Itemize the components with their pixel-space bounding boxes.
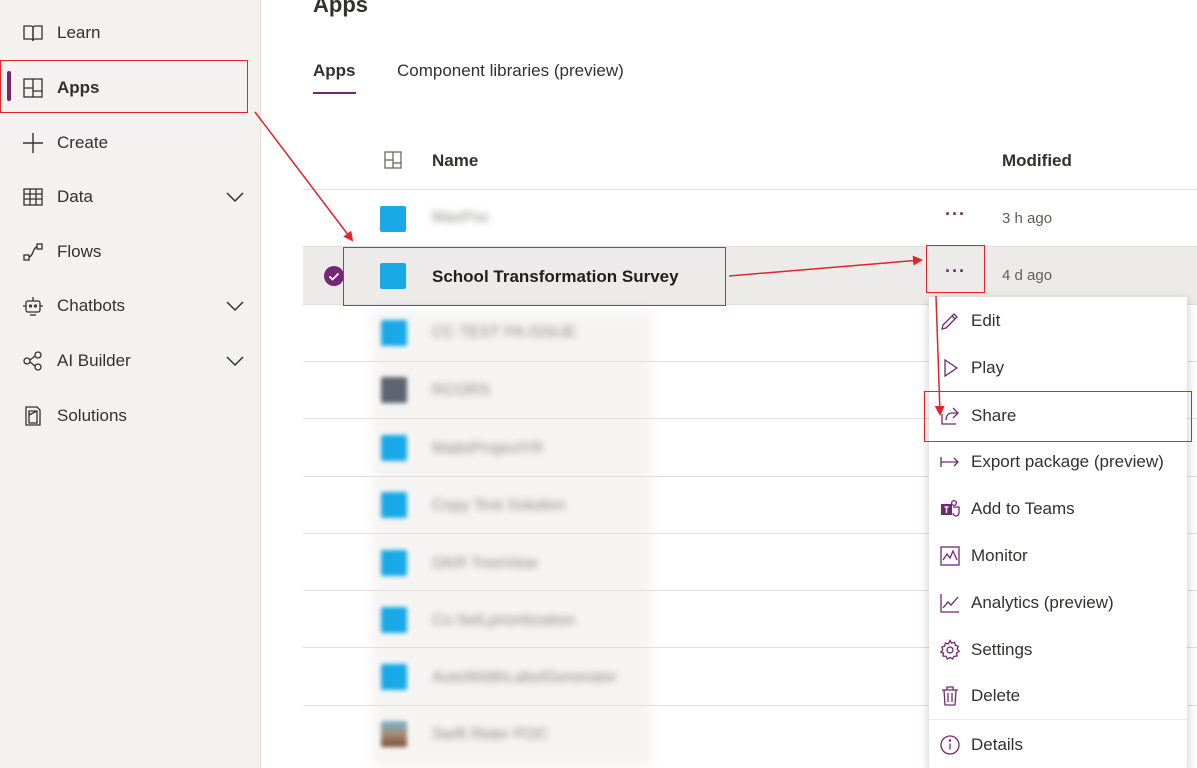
app-name-blurred[interactable]: Copy Test Solution: [432, 497, 565, 515]
analytics-icon: [940, 594, 959, 613]
nav-label: Create: [57, 133, 109, 152]
flow-icon: [23, 243, 43, 261]
blurred-region: [372, 310, 652, 768]
nav-label: Flows: [57, 242, 102, 261]
menu-item-label: Edit: [971, 311, 1001, 330]
plus-icon: [23, 133, 43, 153]
menu-item-monitor[interactable]: Monitor: [929, 533, 1187, 579]
menu-item-label: Details: [971, 735, 1023, 754]
pencil-icon: [941, 313, 958, 330]
nav-item-flows[interactable]: Flows: [0, 227, 260, 277]
annotation-box-share: [924, 391, 1192, 442]
canvas-app-icon: [381, 550, 407, 576]
app-name-blurred[interactable]: CC TEST PA ISSUE: [432, 324, 576, 342]
app-name-blurred[interactable]: Cx-SelLprioritization: [432, 612, 575, 630]
app-thumbnail-icon: [381, 721, 407, 747]
play-icon: [944, 358, 959, 378]
solutions-icon: [25, 406, 41, 426]
canvas-app-icon: [381, 607, 407, 633]
app-name-blurred[interactable]: MaxPoc: [432, 209, 490, 227]
menu-item-add-to-teams[interactable]: Add to Teams: [929, 486, 1187, 532]
table-icon: [23, 188, 43, 206]
tab-component-libraries[interactable]: Component libraries (preview): [397, 61, 624, 81]
modified-time: 3 h ago: [1002, 210, 1053, 227]
menu-item-label: Export package (preview): [971, 452, 1164, 471]
bot-icon: [23, 297, 43, 316]
book-icon: [23, 25, 43, 42]
nav-label: AI Builder: [57, 351, 131, 370]
export-icon: [940, 457, 959, 467]
canvas-app-icon: [381, 435, 407, 461]
annotation-box-app-row: [343, 247, 726, 306]
app-name-blurred[interactable]: Swift Rider POC: [432, 726, 548, 744]
canvas-app-icon: [381, 664, 407, 690]
menu-item-label: Analytics (preview): [971, 593, 1114, 612]
app-name-blurred[interactable]: MattsProjectYR: [432, 440, 543, 458]
app-type-column-icon: [384, 151, 402, 169]
nav-item-ai-builder[interactable]: AI Builder: [0, 336, 260, 386]
chevron-down-icon[interactable]: [224, 190, 246, 204]
canvas-app-icon: [380, 206, 406, 232]
left-nav: Learn Apps Create Data Flows Chatbots AI…: [0, 0, 261, 768]
app-name-blurred[interactable]: AutoWidthLabelGenerator: [432, 669, 617, 687]
column-header-name[interactable]: Name: [432, 151, 478, 171]
menu-item-play[interactable]: Play: [929, 345, 1187, 391]
nav-label: Data: [57, 187, 93, 206]
divider: [303, 189, 1197, 190]
menu-item-label: Monitor: [971, 546, 1028, 565]
canvas-app-icon: [381, 320, 407, 346]
page-title: Apps: [313, 0, 368, 17]
app-name-blurred[interactable]: RCORS: [432, 382, 490, 400]
app-context-menu: Edit Play Share Export package (preview)…: [929, 297, 1187, 768]
more-options-button[interactable]: ···: [945, 204, 966, 225]
menu-item-edit[interactable]: Edit: [929, 298, 1187, 344]
nav-item-chatbots[interactable]: Chatbots: [0, 281, 260, 331]
selected-check-icon[interactable]: [324, 266, 344, 286]
chevron-down-icon[interactable]: [224, 354, 246, 368]
monitor-icon: [940, 546, 960, 566]
nav-item-data[interactable]: Data: [0, 172, 260, 222]
menu-item-delete[interactable]: Delete: [929, 673, 1187, 719]
annotation-box-apps: [0, 60, 248, 113]
annotation-box-more: [926, 245, 985, 293]
menu-item-label: Play: [971, 358, 1005, 377]
menu-item-details[interactable]: Details: [929, 722, 1187, 768]
app-name-blurred[interactable]: OKR TreeView: [432, 555, 538, 573]
menu-item-label: Settings: [971, 640, 1033, 659]
trash-icon: [942, 686, 958, 706]
menu-item-analytics[interactable]: Analytics (preview): [929, 580, 1187, 626]
menu-item-label: Add to Teams: [971, 499, 1075, 518]
modified-time: 4 d ago: [1002, 267, 1053, 284]
nav-item-create[interactable]: Create: [0, 118, 260, 168]
nav-item-solutions[interactable]: Solutions: [0, 391, 260, 441]
ai-builder-icon: [23, 351, 42, 371]
menu-item-settings[interactable]: Settings: [929, 627, 1187, 673]
chevron-down-icon[interactable]: [224, 299, 246, 313]
nav-item-learn[interactable]: Learn: [0, 8, 260, 58]
menu-separator: [929, 719, 1187, 720]
gear-icon: [939, 639, 961, 660]
info-icon: [940, 735, 960, 755]
column-header-modified[interactable]: Modified: [1002, 151, 1072, 171]
menu-item-label: Delete: [971, 686, 1021, 705]
nav-label: Chatbots: [57, 296, 126, 315]
model-app-icon: [381, 377, 407, 403]
canvas-app-icon: [381, 492, 407, 518]
nav-label: Learn: [57, 23, 101, 42]
tab-apps[interactable]: Apps: [313, 61, 356, 81]
teams-icon: [941, 499, 960, 517]
menu-item-export-package[interactable]: Export package (preview): [929, 439, 1187, 485]
nav-label: Solutions: [57, 406, 127, 425]
tab-active-underline: [313, 92, 356, 94]
